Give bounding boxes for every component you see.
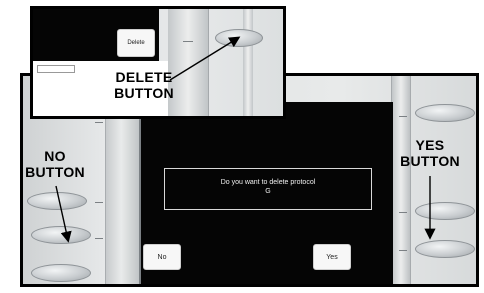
callout-arrows — [55, 36, 436, 243]
arrow-icon — [55, 185, 72, 243]
arrow-icon — [169, 36, 241, 81]
